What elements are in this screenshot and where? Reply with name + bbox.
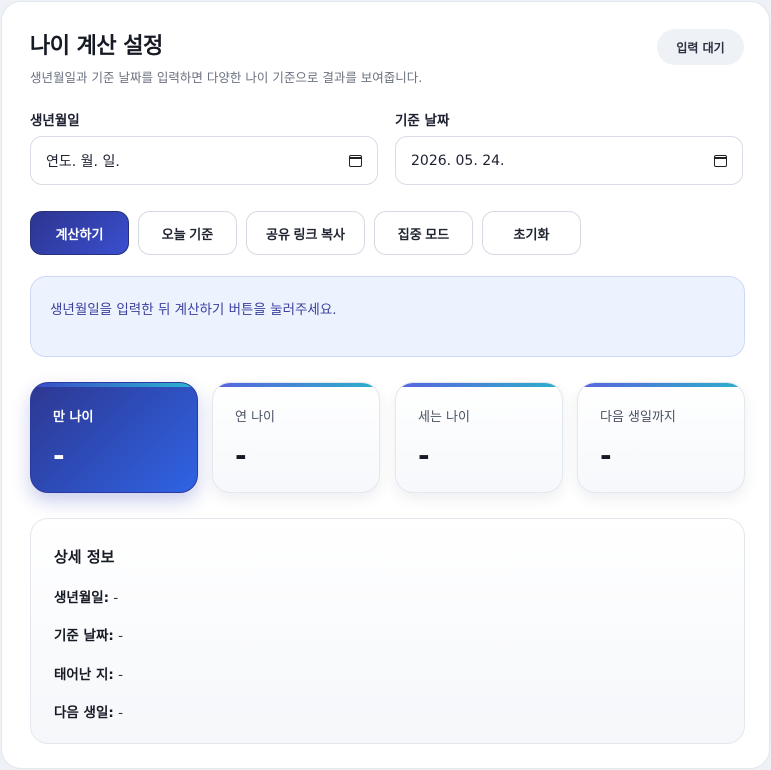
birth-date-input[interactable]: 연도. 월. 일.	[30, 136, 378, 185]
focus-mode-button[interactable]: 집중 모드	[374, 211, 473, 255]
page-subtitle: 생년월일과 기준 날짜를 입력하면 다양한 나이 기준으로 결과를 보여줍니다.	[30, 70, 423, 85]
detail-row-days-lived: 태어난 지: -	[54, 663, 123, 683]
birth-date-label: 생년월일	[30, 113, 80, 129]
card-value: -	[235, 439, 247, 472]
status-badge: 입력 대기	[657, 29, 744, 65]
detail-row-birth-date: 생년월일: -	[54, 586, 118, 606]
today-basis-button[interactable]: 오늘 기준	[138, 211, 237, 255]
full-age-card: 만 나이 -	[30, 382, 198, 493]
detail-label: 기준 날짜:	[54, 628, 114, 644]
counting-age-card: 세는 나이 -	[395, 382, 563, 493]
days-to-birthday-card: 다음 생일까지 -	[577, 382, 745, 493]
calendar-icon[interactable]	[714, 154, 727, 167]
card-value: -	[53, 439, 65, 472]
reference-date-label: 기준 날짜	[395, 113, 450, 129]
detail-label: 생년월일:	[54, 590, 110, 606]
page-title: 나이 계산 설정	[30, 34, 163, 59]
detail-label: 태어난 지:	[54, 667, 114, 683]
card-label: 연 나이	[235, 410, 276, 425]
detail-row-next-birthday: 다음 생일: -	[54, 701, 123, 721]
detail-value: -	[113, 590, 119, 606]
birth-date-value: 연도. 월. 일.	[46, 153, 120, 170]
card-label: 세는 나이	[418, 410, 470, 425]
year-age-card: 연 나이 -	[212, 382, 380, 493]
reset-button[interactable]: 초기화	[482, 211, 581, 255]
card-value: -	[418, 439, 430, 472]
detail-value: -	[118, 705, 123, 721]
detail-label: 다음 생일:	[54, 705, 114, 721]
details-panel: 상세 정보 생년월일: - 기준 날짜: - 태어난 지: - 다음 생일: -	[30, 518, 745, 744]
reference-date-input[interactable]: 2026. 05. 24.	[395, 136, 743, 185]
reference-date-value: 2026. 05. 24.	[411, 152, 505, 169]
detail-value: -	[118, 628, 123, 644]
notice-message: 생년월일을 입력한 뒤 계산하기 버튼을 눌러주세요.	[30, 276, 745, 357]
card-value: -	[600, 439, 612, 472]
card-label: 다음 생일까지	[600, 410, 676, 425]
detail-row-reference-date: 기준 날짜: -	[54, 624, 123, 644]
calendar-icon[interactable]	[349, 154, 362, 167]
details-title: 상세 정보	[54, 548, 115, 566]
detail-value: -	[118, 667, 123, 683]
age-calculator-panel: 나이 계산 설정 생년월일과 기준 날짜를 입력하면 다양한 나이 기준으로 결…	[1, 1, 770, 769]
copy-share-link-button[interactable]: 공유 링크 복사	[246, 211, 365, 255]
calculate-button[interactable]: 계산하기	[30, 211, 129, 255]
card-label: 만 나이	[53, 410, 94, 425]
